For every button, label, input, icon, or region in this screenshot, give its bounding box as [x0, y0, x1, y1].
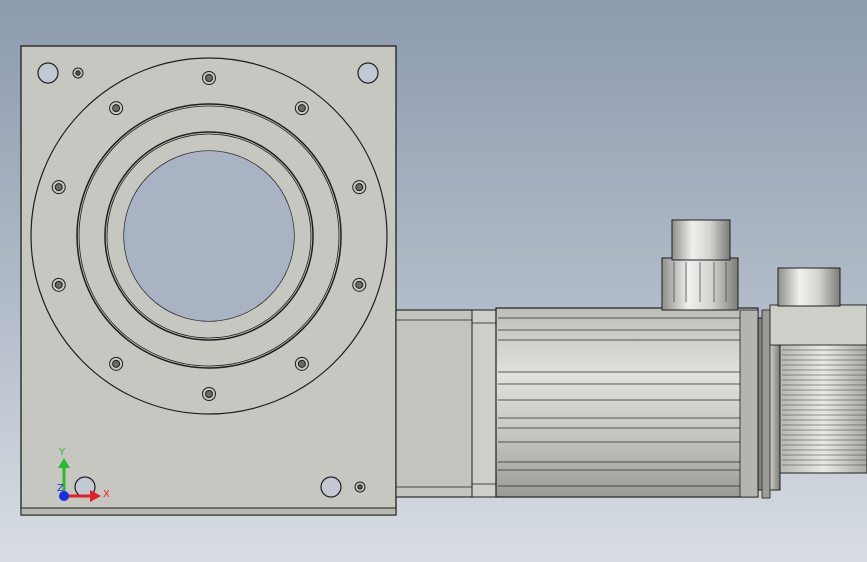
bolt-hole-inner	[112, 359, 121, 368]
power-connector[interactable]	[661, 219, 739, 311]
z-axis-label: Z	[57, 483, 64, 494]
bolt-hole-inner	[54, 183, 63, 192]
corner-hole-top-right	[357, 62, 379, 84]
cad-model-view[interactable]: Y X Z	[0, 0, 867, 562]
y-axis-label: Y	[58, 447, 66, 458]
bolt-hole-inner	[297, 104, 306, 113]
bolt-hole-inner	[355, 280, 364, 289]
corner-hole-top-left	[37, 62, 59, 84]
encoder-cover	[769, 304, 867, 474]
cad-graphics-viewport[interactable]: Y X Z	[0, 0, 867, 562]
bolt-hole-inner	[297, 359, 306, 368]
bolt-hole-inner	[54, 280, 63, 289]
bolt-hole-inner	[205, 390, 213, 398]
bolt-hole-inner	[205, 74, 213, 82]
reducer-housing[interactable]	[395, 309, 497, 498]
motor-body[interactable]	[495, 307, 759, 498]
bolt-hole-inner	[112, 104, 121, 113]
x-axis-label: X	[103, 489, 110, 500]
encoder-connector[interactable]	[777, 267, 841, 307]
bolt-hole-inner	[355, 183, 364, 192]
corner-hole-bottom-mid	[320, 476, 342, 498]
center-bore	[124, 151, 294, 321]
